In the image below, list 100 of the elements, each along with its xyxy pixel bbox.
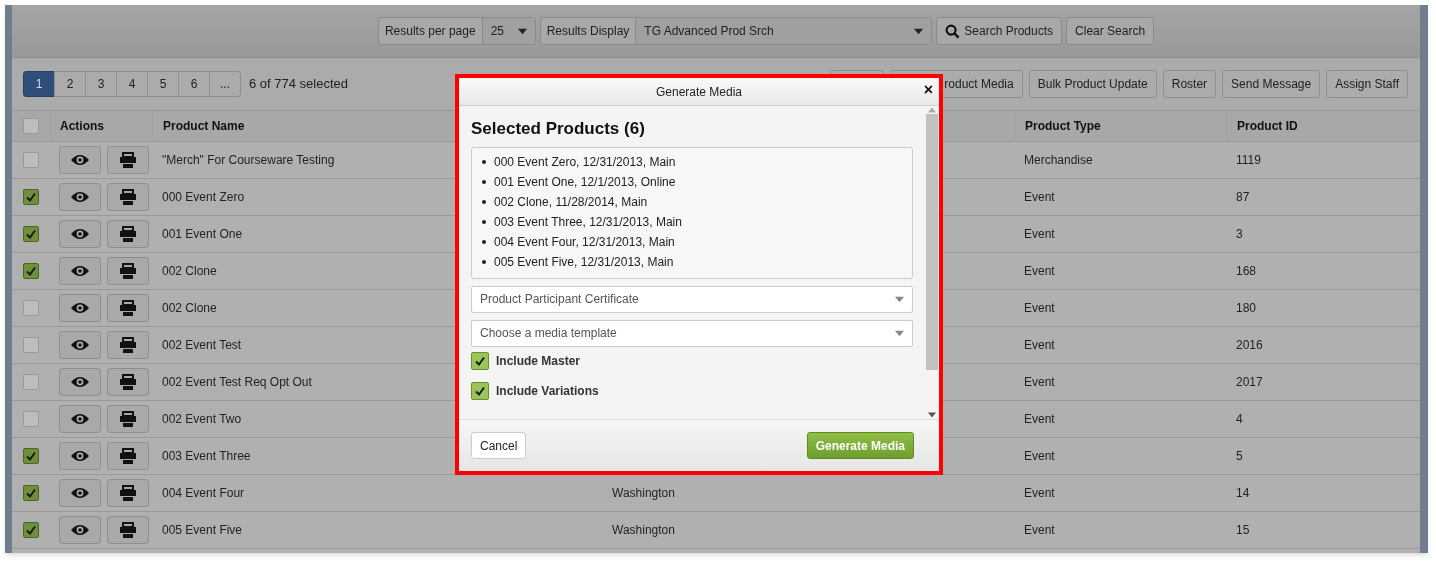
cancel-button[interactable]: Cancel bbox=[471, 432, 527, 459]
column-header: Product ID bbox=[1237, 118, 1298, 135]
table-cell: 1119 bbox=[1236, 153, 1261, 167]
view-button[interactable] bbox=[59, 405, 101, 433]
view-button[interactable] bbox=[59, 146, 101, 174]
search-icon bbox=[945, 23, 961, 39]
check-icon bbox=[474, 354, 486, 367]
per-page-control[interactable]: Results per page 25 bbox=[377, 17, 536, 45]
print-button[interactable] bbox=[107, 220, 149, 248]
selection-count: 6 of 774 selected bbox=[249, 75, 349, 94]
view-button[interactable] bbox=[59, 516, 101, 544]
checkbox-label: Include Master bbox=[496, 352, 581, 370]
print-button[interactable] bbox=[107, 146, 149, 174]
view-button[interactable] bbox=[59, 331, 101, 359]
row-checkbox[interactable] bbox=[23, 189, 39, 205]
check-icon bbox=[25, 191, 37, 203]
row-checkbox[interactable] bbox=[23, 300, 39, 316]
toolbar-button[interactable]: Assign Staff bbox=[1326, 70, 1408, 98]
print-button[interactable] bbox=[107, 442, 149, 470]
print-button[interactable] bbox=[107, 183, 149, 211]
scrollbar[interactable] bbox=[925, 106, 939, 419]
select-value: TG Advanced Prod Srch bbox=[644, 23, 774, 40]
page-button[interactable]: 5 bbox=[147, 71, 179, 97]
table-cell: Washington bbox=[612, 523, 675, 537]
column-header: Actions bbox=[60, 118, 104, 135]
table-cell: Event bbox=[1024, 338, 1055, 352]
list-item: 001 Event One, 12/1/2013, Online bbox=[494, 173, 676, 191]
option-checkbox[interactable] bbox=[471, 351, 489, 370]
row-checkbox[interactable] bbox=[23, 226, 39, 242]
select-field[interactable]: Choose a media template bbox=[471, 319, 913, 347]
search-button[interactable]: Search Products bbox=[936, 17, 1063, 45]
row-checkbox[interactable] bbox=[23, 337, 39, 353]
bullet-icon bbox=[482, 159, 486, 164]
printer-icon bbox=[119, 484, 137, 502]
row-checkbox[interactable] bbox=[23, 263, 39, 279]
results-display-control[interactable]: Results Display TG Advanced Prod Srch bbox=[539, 17, 933, 45]
row-checkbox[interactable] bbox=[23, 485, 39, 501]
eye-icon bbox=[70, 412, 90, 426]
page-button[interactable]: 3 bbox=[85, 71, 117, 97]
table-cell: 004 Event Four bbox=[162, 486, 245, 500]
table-cell: 180 bbox=[1236, 301, 1257, 315]
toolbar-button[interactable]: Send Message bbox=[1222, 70, 1321, 98]
view-button[interactable] bbox=[59, 442, 101, 470]
table-cell: 002 Clone bbox=[162, 264, 217, 278]
bullet-icon bbox=[482, 239, 486, 244]
print-button[interactable] bbox=[107, 516, 149, 544]
bullet-icon bbox=[482, 199, 486, 204]
table-cell: 3 bbox=[1236, 227, 1243, 241]
table-cell: 002 Clone bbox=[162, 301, 217, 315]
view-button[interactable] bbox=[59, 183, 101, 211]
option-checkbox[interactable] bbox=[471, 381, 489, 400]
list-item: 003 Event Three, 12/31/2013, Main bbox=[494, 213, 682, 231]
table-cell: 15 bbox=[1236, 523, 1250, 537]
table-cell: 4 bbox=[1236, 412, 1243, 426]
row-checkbox[interactable] bbox=[23, 522, 39, 538]
view-button[interactable] bbox=[59, 220, 101, 248]
placeholder-text: Choose a media template bbox=[480, 325, 617, 342]
toolbar-button[interactable]: Bulk Product Update bbox=[1028, 70, 1157, 98]
view-button[interactable] bbox=[59, 479, 101, 507]
field-label: Results per page bbox=[378, 18, 483, 44]
table-cell: 2016 bbox=[1236, 338, 1263, 352]
check-icon bbox=[25, 450, 37, 462]
row-checkbox[interactable] bbox=[23, 448, 39, 464]
print-button[interactable] bbox=[107, 368, 149, 396]
table-cell: Event bbox=[1024, 190, 1055, 204]
toolbar-button[interactable]: Roster bbox=[1162, 70, 1217, 98]
page-button[interactable]: 2 bbox=[54, 71, 86, 97]
table-cell: 2017 bbox=[1236, 375, 1263, 389]
table-cell: Event bbox=[1024, 264, 1055, 278]
page-button[interactable]: 4 bbox=[116, 71, 148, 97]
row-checkbox[interactable] bbox=[23, 152, 39, 168]
caret-icon bbox=[914, 26, 924, 36]
print-button[interactable] bbox=[107, 479, 149, 507]
select-field[interactable]: Product Participant Certificate bbox=[471, 285, 913, 313]
print-button[interactable] bbox=[107, 331, 149, 359]
table-cell: 002 Event Test bbox=[162, 338, 242, 352]
printer-icon bbox=[119, 188, 137, 206]
print-button[interactable] bbox=[107, 405, 149, 433]
view-button[interactable] bbox=[59, 368, 101, 396]
print-button[interactable] bbox=[107, 257, 149, 285]
table-cell: Event bbox=[1024, 301, 1055, 315]
page-button[interactable]: 1 bbox=[23, 71, 55, 97]
check-icon bbox=[25, 265, 37, 277]
caret-icon bbox=[517, 26, 527, 36]
table-cell: 000 Event Zero bbox=[162, 190, 245, 204]
page-button[interactable]: ... bbox=[209, 71, 241, 97]
clear-search-button[interactable]: Clear Search bbox=[1066, 17, 1155, 45]
close-button[interactable]: × bbox=[923, 82, 933, 98]
row-checkbox[interactable] bbox=[23, 374, 39, 390]
print-button[interactable] bbox=[107, 294, 149, 322]
view-button[interactable] bbox=[59, 294, 101, 322]
row-checkbox[interactable] bbox=[23, 411, 39, 427]
eye-icon bbox=[70, 486, 90, 500]
check-icon bbox=[25, 524, 37, 536]
view-button[interactable] bbox=[59, 257, 101, 285]
printer-icon bbox=[119, 336, 137, 354]
select-all-checkbox[interactable] bbox=[23, 118, 39, 134]
eye-icon bbox=[70, 153, 90, 167]
page-button[interactable]: 6 bbox=[178, 71, 210, 97]
select-value: 25 bbox=[490, 23, 504, 40]
